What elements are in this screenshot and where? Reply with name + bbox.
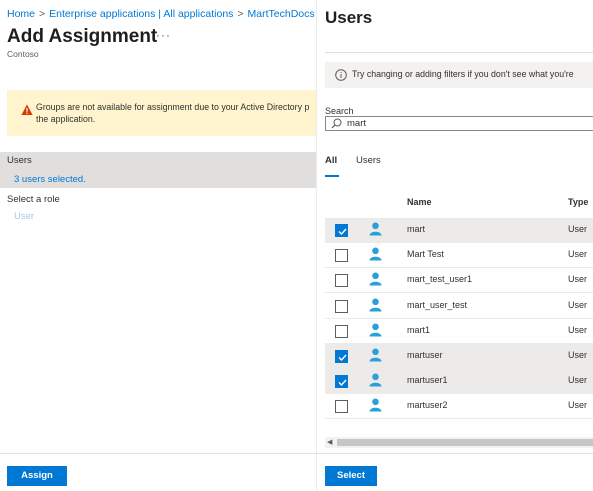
breadcrumb-enterprise-apps[interactable]: Enterprise applications | All applicatio… bbox=[49, 8, 233, 20]
row-checkbox[interactable] bbox=[335, 274, 348, 288]
row-checkbox[interactable] bbox=[335, 224, 348, 237]
role-value[interactable]: User bbox=[14, 211, 34, 222]
row-checkbox[interactable] bbox=[335, 324, 348, 338]
warning-text: Groups are not available for assignment … bbox=[36, 102, 310, 124]
search-label: Search bbox=[325, 106, 354, 116]
table-row[interactable]: mart_test_user1 User bbox=[325, 268, 593, 294]
more-icon[interactable]: ··· bbox=[156, 28, 171, 42]
select-button[interactable]: Select bbox=[325, 466, 377, 486]
user-name: mart_test_user1 bbox=[407, 274, 473, 285]
row-checkbox[interactable] bbox=[335, 299, 348, 313]
breadcrumb: Home > Enterprise applications | All appli… bbox=[7, 8, 315, 20]
table-row[interactable]: Mart Test User bbox=[325, 243, 593, 269]
tenant-name: Contoso bbox=[7, 49, 39, 59]
role-label: Select a role bbox=[7, 194, 60, 205]
user-type: User bbox=[568, 375, 588, 386]
user-type: User bbox=[568, 299, 588, 310]
user-type: User bbox=[568, 274, 588, 285]
user-name: Mart Test bbox=[407, 249, 444, 260]
user-icon bbox=[369, 298, 382, 312]
active-tab-indicator bbox=[325, 175, 339, 177]
scrollbar-thumb[interactable] bbox=[337, 439, 593, 446]
table-row[interactable]: martuser1 User bbox=[325, 369, 593, 395]
user-name: martuser2 bbox=[407, 400, 448, 411]
page-title: Add Assignment bbox=[7, 26, 158, 47]
breadcrumb-separator: > bbox=[237, 8, 244, 20]
checkmark-icon bbox=[338, 379, 347, 387]
user-icon bbox=[369, 222, 382, 236]
tab-all[interactable]: All bbox=[325, 155, 337, 166]
checkmark-icon bbox=[338, 228, 347, 236]
user-name: martuser1 bbox=[407, 375, 448, 386]
column-header-name[interactable]: Name bbox=[407, 197, 432, 207]
assign-button[interactable]: Assign bbox=[7, 466, 67, 486]
divider bbox=[325, 52, 593, 53]
row-checkbox[interactable] bbox=[335, 249, 348, 263]
breadcrumb-separator: > bbox=[39, 8, 46, 20]
warning-icon bbox=[21, 104, 33, 115]
info-icon bbox=[335, 69, 347, 81]
search-icon bbox=[331, 118, 342, 129]
breadcrumb-home[interactable]: Home bbox=[7, 8, 35, 20]
users-pane: Users Try changing or adding filters if … bbox=[316, 0, 593, 491]
info-text: Try changing or adding filters if you do… bbox=[352, 69, 574, 79]
left-footer: Assign bbox=[0, 453, 316, 491]
user-type: User bbox=[568, 324, 588, 335]
users-pane-title: Users bbox=[325, 8, 373, 27]
user-name: mart bbox=[407, 224, 425, 234]
right-footer: Select bbox=[317, 453, 593, 491]
users-selected-link[interactable]: 3 users selected. bbox=[14, 174, 86, 185]
users-label: Users bbox=[7, 155, 32, 166]
row-checkbox[interactable] bbox=[335, 375, 348, 389]
user-type: User bbox=[568, 249, 588, 260]
user-type: User bbox=[568, 224, 588, 234]
user-type: User bbox=[568, 400, 588, 411]
user-name: mart_user_test bbox=[407, 299, 468, 310]
horizontal-scrollbar[interactable]: ◀ bbox=[325, 437, 593, 448]
info-bar: Try changing or adding filters if you do… bbox=[325, 62, 593, 88]
warning-banner: Groups are not available for assignment … bbox=[7, 90, 316, 136]
breadcrumb-app[interactable]: MartTechDocs bbox=[248, 8, 315, 20]
user-icon bbox=[369, 398, 382, 412]
scroll-left-icon[interactable]: ◀ bbox=[327, 438, 332, 446]
table-row[interactable]: martuser2 User bbox=[325, 394, 593, 420]
table-row[interactable]: mart_user_test User bbox=[325, 294, 593, 319]
table-row[interactable]: mart User bbox=[325, 218, 593, 243]
user-name: mart1 bbox=[407, 324, 431, 335]
row-checkbox[interactable] bbox=[335, 400, 348, 414]
table-row[interactable]: mart1 User bbox=[325, 319, 593, 344]
column-header-type[interactable]: Type bbox=[568, 197, 588, 207]
row-checkbox[interactable] bbox=[335, 350, 348, 363]
add-assignment-pane: Home > Enterprise applications | All appli… bbox=[0, 0, 316, 491]
table-row[interactable]: martuser User bbox=[325, 344, 593, 369]
user-icon bbox=[369, 247, 382, 261]
user-icon bbox=[369, 373, 382, 387]
users-selector[interactable]: Users 3 users selected. bbox=[0, 152, 316, 188]
user-name: martuser bbox=[407, 350, 443, 360]
user-icon bbox=[369, 348, 382, 362]
checkmark-icon bbox=[338, 354, 347, 362]
search-box[interactable] bbox=[325, 116, 593, 131]
user-type: User bbox=[568, 350, 588, 360]
user-icon bbox=[369, 323, 382, 337]
user-icon bbox=[369, 272, 382, 286]
search-input[interactable] bbox=[347, 117, 587, 130]
tab-users[interactable]: Users bbox=[356, 155, 381, 166]
